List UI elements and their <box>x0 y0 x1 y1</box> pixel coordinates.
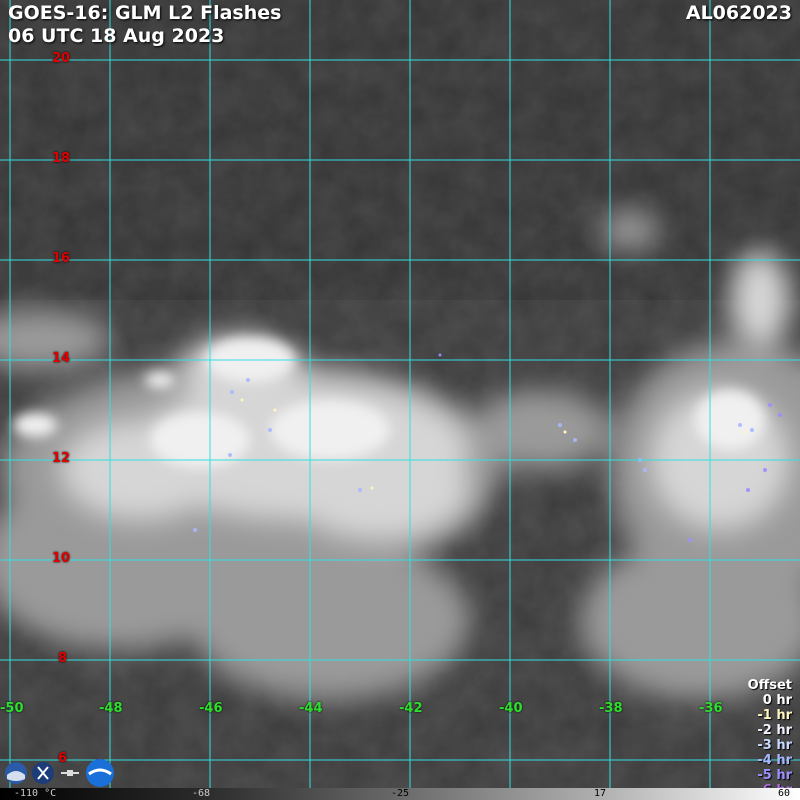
legend-item: 0 hr <box>762 693 792 708</box>
legend-item: -5 hr <box>757 768 792 783</box>
colorbar-label: 17 <box>594 788 607 799</box>
legend-item: -3 hr <box>757 738 792 753</box>
lon-label: -44 <box>299 701 323 716</box>
lon-label: -46 <box>199 701 223 716</box>
lat-label: 14 <box>52 351 71 366</box>
colorbar-label: -68 <box>192 788 211 799</box>
lat-label: 18 <box>52 151 71 166</box>
legend-item: -4 hr <box>757 753 792 768</box>
legend-item: -1 hr <box>757 708 792 723</box>
colorbar-label: -25 <box>391 788 410 799</box>
lat-label: 16 <box>52 251 71 266</box>
nesdis-logo-icon <box>32 762 54 784</box>
lon-label: -48 <box>99 701 123 716</box>
lat-label: 20 <box>52 51 71 66</box>
lon-label: -40 <box>499 701 523 716</box>
lon-label: -38 <box>599 701 623 716</box>
colorbar-label: -110 °C <box>14 788 57 799</box>
timestamp: 06 UTC 18 Aug 2023 <box>8 25 225 47</box>
lat-label: 12 <box>52 451 71 466</box>
legend-item: -2 hr <box>757 723 792 738</box>
noaa-logo-icon <box>5 762 27 784</box>
lon-label: -50 <box>0 701 24 716</box>
offset-legend: Offset 0 hr -1 hr -2 hr -3 hr -4 hr -5 h… <box>748 678 792 798</box>
rammb-logo-icon <box>86 759 114 787</box>
satellite-logo-icon <box>59 762 81 784</box>
colorbar-label: 60 <box>778 788 791 799</box>
lon-label: -42 <box>399 701 423 716</box>
storm-id: AL062023 <box>685 2 792 24</box>
product-title: GOES-16: GLM L2 Flashes <box>8 2 282 24</box>
lat-label: 8 <box>58 651 68 666</box>
lon-label: -36 <box>699 701 723 716</box>
satellite-map: GOES-16: GLM L2 Flashes 06 UTC 18 Aug 20… <box>0 0 800 800</box>
lat-label: 10 <box>52 551 71 566</box>
agency-logos <box>4 758 115 788</box>
lat-lon-grid <box>0 0 800 788</box>
legend-title: Offset <box>747 678 792 693</box>
